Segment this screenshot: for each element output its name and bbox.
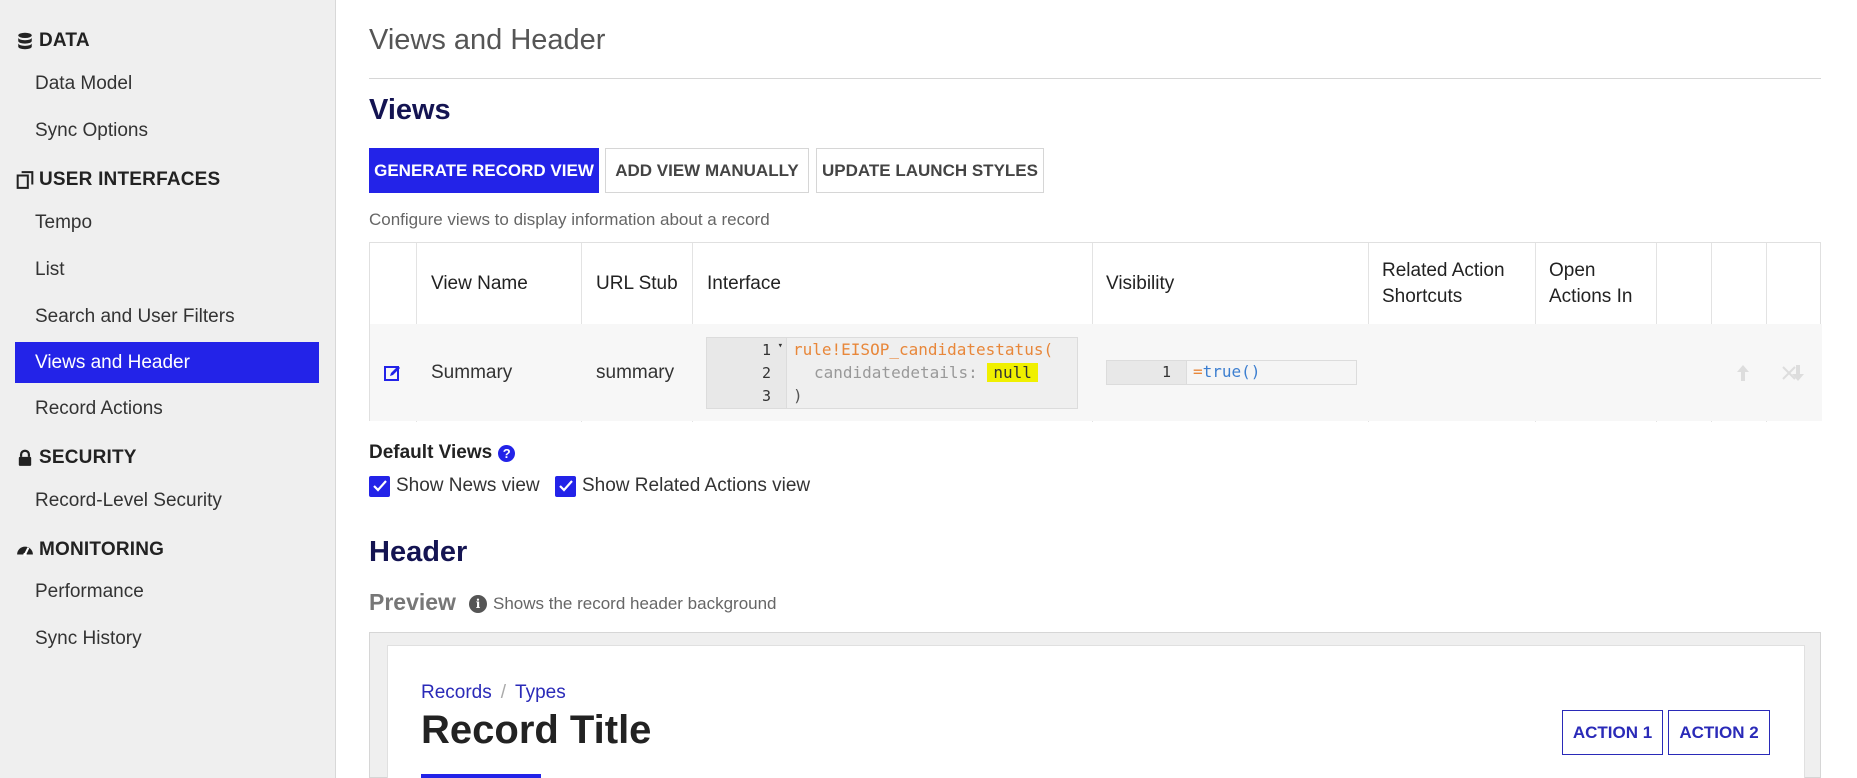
code-line-1: rule!EISOP_candidatestatus( bbox=[793, 340, 1054, 359]
generate-record-view-button[interactable]: GENERATE RECORD VIEW bbox=[369, 148, 599, 193]
row-view-name: Summary bbox=[431, 361, 513, 383]
views-description: Configure views to display information a… bbox=[369, 210, 770, 229]
sidebar-item-list[interactable]: List bbox=[15, 249, 319, 290]
code-line-2: candidatedetails: null bbox=[814, 363, 1038, 382]
code-null-highlight: null bbox=[987, 363, 1038, 382]
show-news-checkbox[interactable]: Show News view bbox=[369, 475, 540, 497]
views-table: View Name URL Stub Interface Visibility … bbox=[369, 242, 1822, 422]
action-1-button[interactable]: ACTION 1 bbox=[1562, 710, 1663, 755]
update-launch-styles-button[interactable]: UPDATE LAUNCH STYLES bbox=[816, 148, 1044, 193]
row-url-stub: summary bbox=[596, 361, 675, 383]
sidebar-item-sync-options[interactable]: Sync Options bbox=[15, 110, 319, 151]
breadcrumb-types-link[interactable]: Types bbox=[515, 682, 566, 704]
lock-icon bbox=[18, 449, 32, 466]
sidebar-heading-monitoring: MONITORING bbox=[39, 539, 165, 560]
col-header-related-action-shortcuts: Related Action Shortcuts bbox=[1382, 259, 1505, 307]
sidebar-section-security: SECURITY bbox=[16, 447, 137, 469]
default-views-label: Default Views ? bbox=[369, 442, 516, 464]
views-heading: Views bbox=[369, 94, 451, 126]
col-header-url-stub: URL Stub bbox=[596, 272, 678, 294]
sidebar-item-performance[interactable]: Performance bbox=[15, 571, 319, 612]
sidebar-item-data-model[interactable]: Data Model bbox=[15, 63, 319, 104]
header-heading: Header bbox=[369, 536, 468, 568]
code-line-3: ) bbox=[793, 386, 803, 405]
show-related-actions-checkbox[interactable]: Show Related Actions view bbox=[555, 475, 810, 497]
preview-description: i Shows the record header background bbox=[469, 594, 777, 614]
sidebar-section-monitoring: MONITORING bbox=[16, 539, 164, 561]
sidebar-heading-security: SECURITY bbox=[39, 447, 137, 468]
fold-arrow-icon[interactable]: ▾ bbox=[771, 341, 783, 351]
header-preview: Records / Types Record Title ACTION 1 AC… bbox=[369, 632, 1821, 778]
page-title: Views and Header bbox=[369, 24, 606, 56]
title-divider bbox=[369, 78, 1821, 79]
breadcrumb: Records / Types bbox=[421, 682, 566, 704]
delete-icon[interactable] bbox=[1774, 324, 1804, 421]
interface-code-editor[interactable]: 1 ▾ 2 3 rule!EISOP_candidatestatus( cand… bbox=[706, 337, 1078, 409]
sidebar-item-tempo[interactable]: Tempo bbox=[15, 202, 319, 243]
copy-icon bbox=[16, 171, 34, 189]
sidebar: DATA Data Model Sync Options USER INTERF… bbox=[0, 0, 336, 778]
header-preview-card: Records / Types Record Title ACTION 1 AC… bbox=[387, 645, 1805, 778]
sidebar-item-search-filters[interactable]: Search and User Filters bbox=[15, 296, 319, 337]
record-title: Record Title bbox=[421, 708, 652, 752]
sidebar-item-sync-history[interactable]: Sync History bbox=[15, 618, 319, 659]
info-icon: i bbox=[469, 595, 487, 613]
edit-icon[interactable] bbox=[383, 324, 407, 421]
main-content: Views and Header Views GENERATE RECORD V… bbox=[369, 0, 1822, 778]
visibility-code-editor[interactable]: 1 =true() bbox=[1106, 360, 1357, 385]
sidebar-heading-data: DATA bbox=[39, 30, 90, 51]
tab-summary[interactable] bbox=[421, 774, 541, 778]
sidebar-section-data: DATA bbox=[16, 30, 90, 52]
move-up-icon[interactable] bbox=[1728, 324, 1758, 421]
sidebar-section-user-interfaces: USER INTERFACES bbox=[16, 169, 220, 191]
checkbox-checked-icon bbox=[369, 475, 390, 497]
help-icon[interactable]: ? bbox=[498, 444, 516, 462]
database-icon bbox=[18, 32, 32, 50]
action-2-button[interactable]: ACTION 2 bbox=[1668, 710, 1770, 755]
col-header-view-name: View Name bbox=[431, 272, 528, 294]
checkbox-checked-icon bbox=[555, 475, 576, 497]
dashboard-icon bbox=[17, 546, 33, 557]
col-header-interface: Interface bbox=[707, 272, 781, 294]
preview-label: Preview bbox=[369, 589, 456, 615]
add-view-manually-button[interactable]: ADD VIEW MANUALLY bbox=[605, 148, 809, 193]
sidebar-item-record-actions[interactable]: Record Actions bbox=[15, 388, 319, 429]
sidebar-item-record-level-security[interactable]: Record-Level Security bbox=[15, 480, 319, 521]
col-header-open-actions-in: Open Actions In bbox=[1549, 259, 1633, 307]
sidebar-heading-user-interfaces: USER INTERFACES bbox=[39, 169, 221, 190]
table-row bbox=[370, 324, 1822, 421]
visibility-expression: =true() bbox=[1193, 362, 1261, 381]
breadcrumb-records-link[interactable]: Records bbox=[421, 682, 492, 704]
sidebar-item-views-header[interactable]: Views and Header bbox=[15, 342, 319, 383]
col-header-visibility: Visibility bbox=[1106, 272, 1175, 294]
